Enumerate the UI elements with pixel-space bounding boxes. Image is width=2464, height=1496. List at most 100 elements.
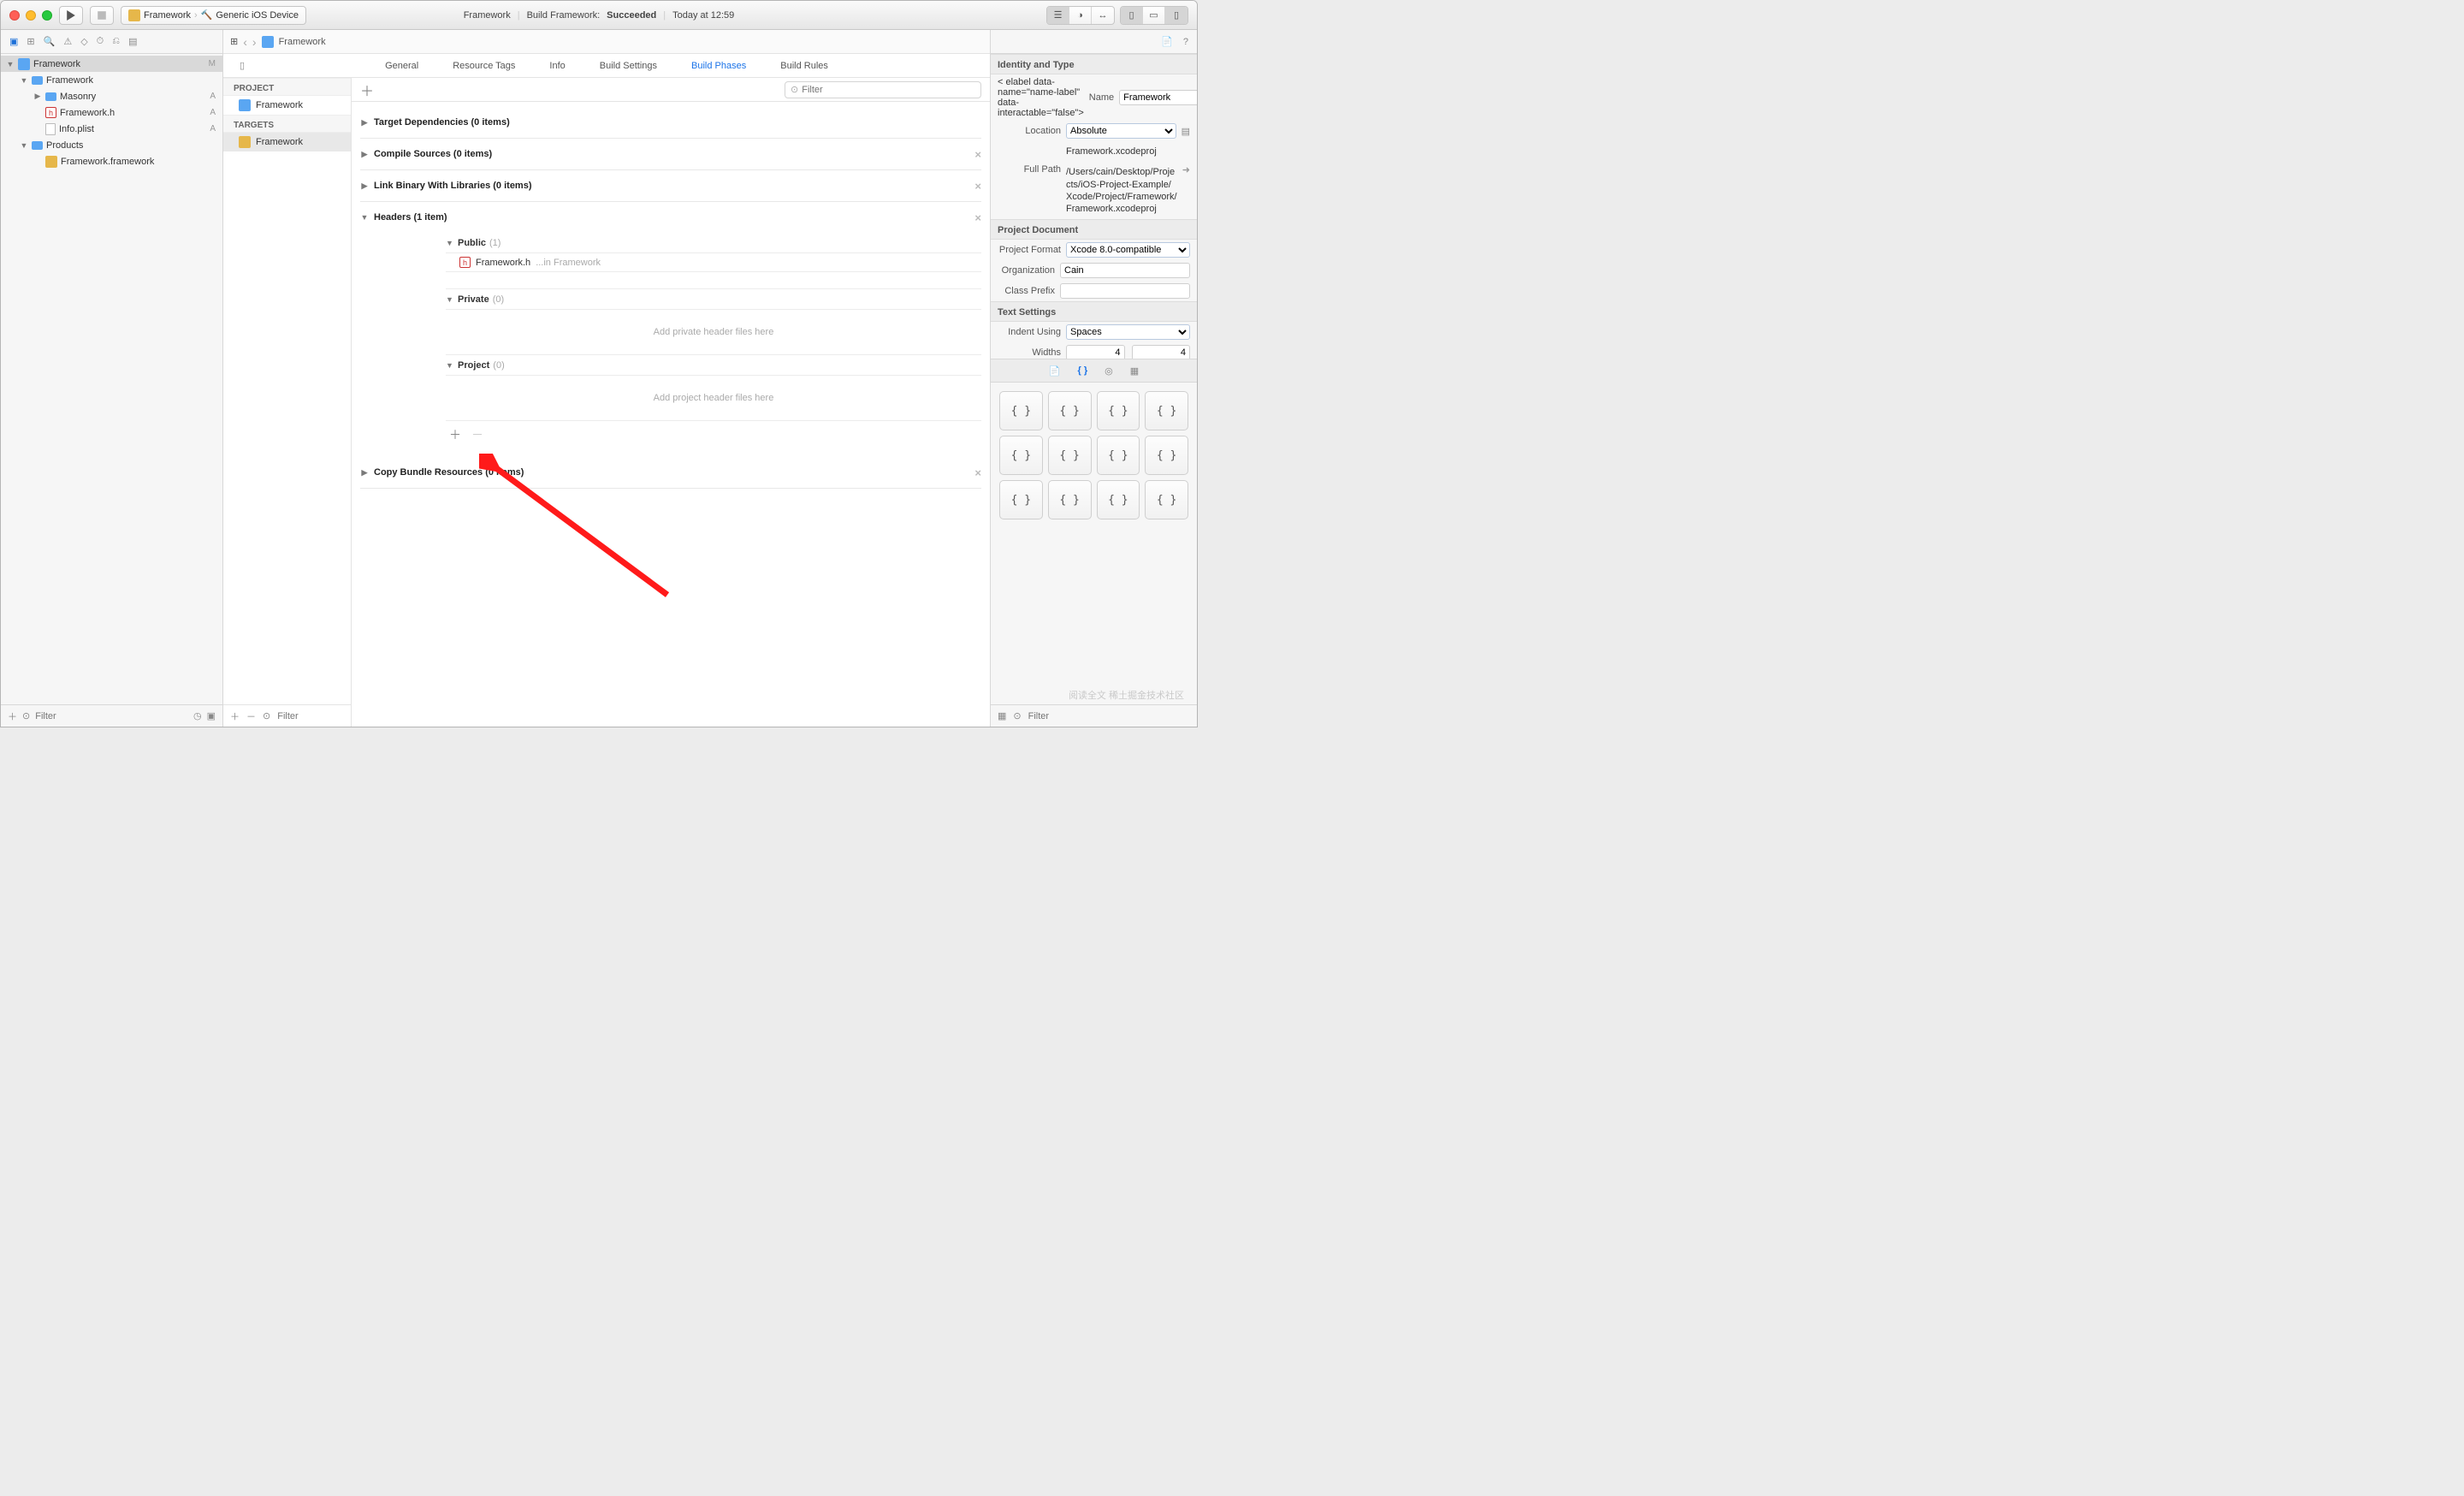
breakpoint-navigator-icon[interactable]: ⎌ [112,36,120,47]
snippet-item[interactable]: { } [1145,480,1188,519]
project-navigator-icon[interactable]: ▣ [9,36,18,47]
remove-target-button[interactable]: － [246,709,256,723]
headers-project-section[interactable]: ▼ Project (0) [446,355,981,376]
remove-phase-button[interactable]: × [974,211,981,224]
class-prefix-input[interactable] [1060,283,1190,299]
tab-build-rules[interactable]: Build Rules [780,61,828,71]
file-inspector-icon[interactable]: 📄 [1161,36,1173,47]
code-snippet-library-icon[interactable]: { } [1078,365,1088,376]
find-navigator-icon[interactable]: 🔍 [44,36,56,47]
remove-header-button[interactable]: － [471,426,483,443]
location-select[interactable]: Absolute [1066,123,1176,139]
snippet-item[interactable]: { } [1097,436,1140,475]
test-navigator-icon[interactable]: ◇ [80,36,87,47]
scm-filter-icon[interactable]: ▣ [207,710,216,721]
indent-width-input[interactable] [1132,345,1191,359]
phases-filter-input[interactable] [802,85,975,95]
tab-build-settings[interactable]: Build Settings [600,61,657,71]
tree-label: Framework [33,59,80,69]
phase-headers: ▼Headers (1 item)× ▼ Public (1) h Framew… [360,202,981,457]
maximize-icon[interactable] [42,10,52,21]
clock-icon[interactable]: ◷ [193,710,202,721]
phase-target-dependencies[interactable]: ▶Target Dependencies (0 items) [360,107,981,139]
tab-general[interactable]: General [385,61,418,71]
outline-toggle-icon[interactable]: ▯ [240,60,245,71]
navigator-filter-input[interactable] [35,711,188,721]
file-template-library-icon[interactable]: 📄 [1049,365,1061,377]
folder-icon[interactable]: ▤ [1182,126,1190,137]
filter-icon: ⊙ [1013,710,1021,721]
phase-compile-sources[interactable]: ▶Compile Sources (0 items)× [360,139,981,170]
stop-button[interactable] [90,6,114,25]
tree-row[interactable]: ▼Products [1,137,222,153]
remove-phase-button[interactable]: × [974,180,981,193]
tree-row[interactable]: hFramework.hA [1,104,222,121]
tab-build-phases[interactable]: Build Phases [691,61,746,71]
tree-row[interactable]: Info.plistA [1,121,222,137]
grid-view-icon[interactable]: ▦ [998,710,1006,721]
snippet-item[interactable]: { } [999,480,1043,519]
name-input[interactable] [1119,90,1197,105]
quick-help-icon[interactable]: ? [1183,37,1188,47]
tree-row[interactable]: ▶MasonryA [1,88,222,104]
toggle-debug-button[interactable]: ▭ [1143,7,1165,24]
snippet-item[interactable]: { } [1048,391,1092,430]
minimize-icon[interactable] [26,10,36,21]
standard-editor-button[interactable]: ☰ [1047,7,1069,24]
close-icon[interactable] [9,10,20,21]
library-filter-input[interactable] [1028,711,1190,721]
toggle-navigator-button[interactable]: ▯ [1121,7,1143,24]
toggle-inspector-button[interactable]: ▯ [1165,7,1188,24]
run-button[interactable] [59,6,83,25]
snippet-item[interactable]: { } [1097,480,1140,519]
add-button[interactable]: ＋ [8,709,17,723]
debug-navigator-icon[interactable]: ⏱ [97,36,104,47]
forward-button[interactable]: › [252,35,257,49]
tab-resource-tags[interactable]: Resource Tags [453,61,515,71]
target-item[interactable]: Framework [223,133,351,151]
chevron-right-icon: › [194,10,198,21]
snippet-item[interactable]: { } [1097,391,1140,430]
media-library-icon[interactable]: ▦ [1130,365,1139,377]
tab-width-input[interactable] [1066,345,1125,359]
scheme-selector[interactable]: Framework › 🔨 Generic iOS Device [121,6,306,25]
project-item[interactable]: Framework [223,96,351,115]
phase-link-binary[interactable]: ▶Link Binary With Libraries (0 items)× [360,170,981,202]
snippet-item[interactable]: { } [1048,480,1092,519]
window-controls [9,10,52,21]
section-label: Public [458,238,486,248]
add-target-button[interactable]: ＋ [230,709,240,723]
snippet-item[interactable]: { } [1145,391,1188,430]
snippet-item[interactable]: { } [999,436,1043,475]
version-editor-button[interactable]: ↔ [1092,7,1114,24]
remove-phase-button[interactable]: × [974,466,981,479]
object-library-icon[interactable]: ◎ [1105,365,1113,377]
report-navigator-icon[interactable]: ▤ [128,36,137,47]
remove-phase-button[interactable]: × [974,148,981,161]
tree-row[interactable]: ▼Framework [1,72,222,88]
project-format-select[interactable]: Xcode 8.0-compatible [1066,242,1190,258]
tab-info[interactable]: Info [549,61,565,71]
phase-copy-bundle[interactable]: ▶Copy Bundle Resources (0 items)× [360,457,981,489]
organization-input[interactable] [1060,263,1190,278]
back-button[interactable]: ‹ [243,35,247,49]
tree-root[interactable]: ▼ Framework M [1,56,222,72]
add-header-button[interactable]: ＋ [449,426,461,443]
add-phase-button[interactable]: ＋ [360,80,374,100]
related-items-icon[interactable]: ⊞ [230,36,238,47]
snippet-item[interactable]: { } [1048,436,1092,475]
headers-public-section[interactable]: ▼ Public (1) [446,233,981,253]
headers-private-section[interactable]: ▼ Private (0) [446,289,981,310]
scheme-device: Generic iOS Device [216,10,299,21]
tree-row[interactable]: Framework.framework [1,153,222,169]
breadcrumb-project[interactable]: Framework [279,37,326,47]
indent-using-select[interactable]: Spaces [1066,324,1190,340]
reveal-icon[interactable]: ➜ [1182,164,1190,175]
symbol-navigator-icon[interactable]: ⊞ [27,36,34,47]
issue-navigator-icon[interactable]: ⚠ [63,36,72,47]
assistant-editor-button[interactable]: ◑ [1069,7,1092,24]
snippet-item[interactable]: { } [999,391,1043,430]
snippet-item[interactable]: { } [1145,436,1188,475]
header-file-row[interactable]: h Framework.h ...in Framework [446,253,981,272]
fullpath-label: Full Path [998,164,1061,175]
